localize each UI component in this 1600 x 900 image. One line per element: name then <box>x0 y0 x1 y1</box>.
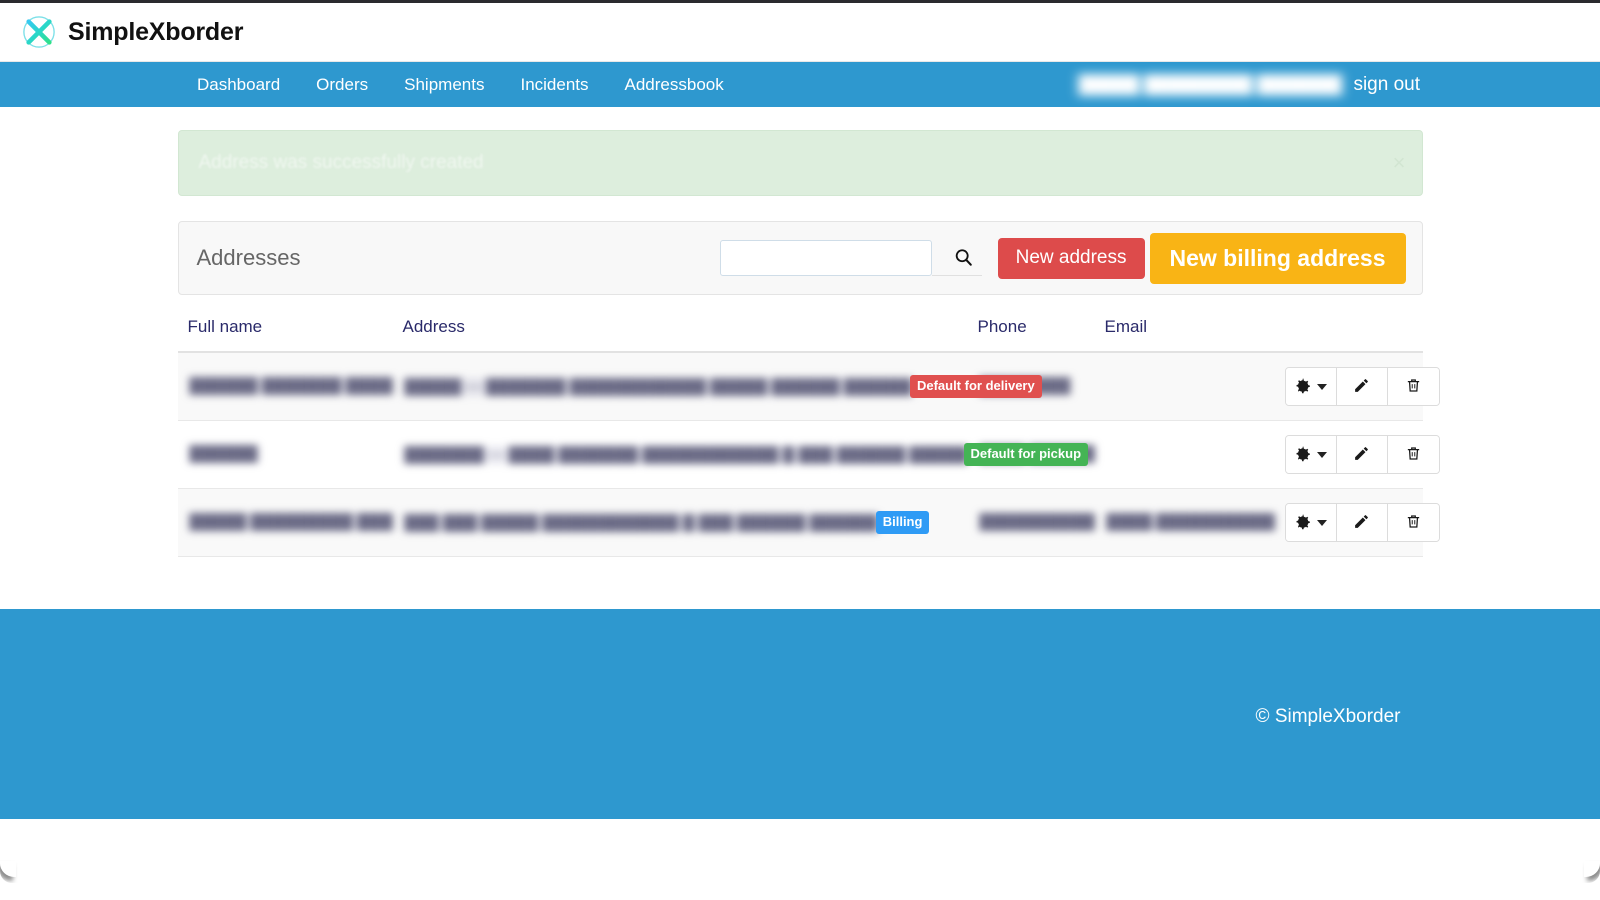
chevron-down-icon <box>1316 519 1327 526</box>
address-value: ███████ — ████ ███████ ████████████ █ ██… <box>402 445 968 464</box>
cell-full-name: ██████ <box>178 421 393 489</box>
close-icon[interactable]: × <box>1393 152 1406 174</box>
column-header-email: Email <box>1094 317 1275 353</box>
nav-item-dashboard[interactable]: Dashboard <box>179 62 298 107</box>
gear-icon-button[interactable] <box>1285 504 1337 541</box>
nav-item-orders[interactable]: Orders <box>298 62 386 107</box>
search-area <box>719 240 982 276</box>
search-icon <box>953 247 974 268</box>
nav-user-area: █████ █████████ ███████ sign out <box>1073 62 1420 107</box>
browser-viewport: SimpleXborder Dashboard Orders Shipments… <box>0 0 1600 900</box>
edit-button[interactable] <box>1336 504 1388 541</box>
nav-item-incidents[interactable]: Incidents <box>502 62 606 107</box>
table-row[interactable]: █████ █████████ ███ ███ █ ██ █ ███ █ ████ ██… <box>177 488 1440 557</box>
gear-icon <box>1295 377 1312 397</box>
cell-actions <box>1275 352 1440 421</box>
cell-actions <box>1275 421 1440 489</box>
row-action-group <box>1284 435 1440 474</box>
cell-email: ████.████████████.███ <box>1095 489 1275 557</box>
pencil-icon <box>1353 445 1370 465</box>
nav-item-shipments[interactable]: Shipments <box>386 62 502 107</box>
cell-email <box>1095 421 1275 489</box>
full-name-value: █████ █████████ ███████ <box>187 513 393 532</box>
address-value: ███ ███ █████ ████████████ █ ███ ██████ … <box>402 513 880 532</box>
table-row[interactable]: ██████ ███████ ███████ █████ — ███████ █… <box>177 352 1440 421</box>
full-name-value: ██████ <box>187 445 260 464</box>
gear-icon <box>1295 513 1312 533</box>
delete-button[interactable] <box>1387 368 1439 405</box>
table-header: Full name Address Phone Email <box>177 317 1423 353</box>
gear-icon <box>1295 445 1312 465</box>
edit-button[interactable] <box>1336 436 1388 473</box>
gear-icon-button[interactable] <box>1285 436 1337 473</box>
cell-phone: ███████████ <box>968 489 1095 557</box>
pencil-icon <box>1353 377 1370 397</box>
column-header-address: Address <box>392 317 968 353</box>
browser-bottom-edge <box>0 866 1600 883</box>
new-billing-address-button[interactable]: New billing address <box>1149 232 1406 284</box>
cell-address: ███ ███ █████ ████████████ █ ███ ██████ … <box>393 489 968 557</box>
edit-button[interactable] <box>1336 368 1388 405</box>
table-header-row: Full name Address Phone Email <box>177 317 1423 353</box>
address-value: █████ — ███████ ████████████ █████ █████… <box>402 377 914 396</box>
cell-full-name: ██████ ███████ ███████ <box>178 352 393 421</box>
chevron-down-icon <box>1316 383 1327 390</box>
cell-address: ███████ — ████ ███████ ████████████ █ ██… <box>393 421 1089 489</box>
row-action-group <box>1284 367 1440 406</box>
status-badge: Billing <box>875 511 930 534</box>
phone-value: ███████████ <box>977 513 1095 532</box>
cell-address: █████ — ███████ ████████████ █████ █████… <box>393 352 1042 421</box>
trash-icon <box>1405 445 1422 465</box>
alert-message: Address was successfully created <box>198 152 484 173</box>
chevron-down-icon <box>1316 451 1327 458</box>
x-circle-logo-icon[interactable] <box>20 13 58 51</box>
addresses-panel-header: Addresses New address New billing addres… <box>177 221 1423 295</box>
nav-items: Dashboard Orders Shipments Incidents Add… <box>179 62 742 107</box>
search-input[interactable] <box>719 240 932 276</box>
addresses-table: Full name Address Phone Email ██████ ███… <box>177 317 1440 557</box>
new-address-button[interactable]: New address <box>997 237 1145 279</box>
column-header-full-name: Full name <box>177 317 393 353</box>
cell-email <box>1095 352 1275 421</box>
column-header-actions <box>1274 317 1423 353</box>
table-body: ██████ ███████ ███████ █████ — ███████ █… <box>177 352 1440 557</box>
footer-inner: © SimpleXborder <box>178 609 1423 819</box>
page-title: Addresses <box>196 245 301 270</box>
search-button[interactable] <box>931 240 982 276</box>
footer-copyright: © SimpleXborder <box>1255 706 1401 727</box>
email-value: ████.████████████.███ <box>1104 513 1275 532</box>
main-navbar: Dashboard Orders Shipments Incidents Add… <box>0 62 1600 107</box>
brand-header: SimpleXborder <box>0 3 1600 62</box>
column-header-phone: Phone <box>967 317 1095 353</box>
table-row[interactable]: ██████ ███████ — ████ ███████ ██████████… <box>177 420 1440 489</box>
cell-actions <box>1275 489 1440 557</box>
status-badge: Default for delivery <box>909 375 1042 398</box>
page-footer: © SimpleXborder <box>0 609 1600 819</box>
success-alert: Address was successfully created × <box>177 130 1423 196</box>
page-root: SimpleXborder Dashboard Orders Shipments… <box>0 3 1600 883</box>
current-user-name: █████ █████████ ███████ <box>1073 71 1348 98</box>
brand-name: SimpleXborder <box>68 17 244 46</box>
full-name-value: ██████ ███████ ███████ <box>187 377 393 396</box>
trash-icon <box>1405 377 1422 397</box>
trash-icon <box>1405 513 1422 533</box>
pencil-icon <box>1353 513 1370 533</box>
row-action-group <box>1284 503 1440 542</box>
gear-icon-button[interactable] <box>1285 368 1337 405</box>
sign-out-link[interactable]: sign out <box>1353 74 1420 96</box>
status-badge: Default for pickup <box>963 443 1089 466</box>
content-container: Address was successfully created × Addre… <box>177 107 1440 557</box>
delete-button[interactable] <box>1387 436 1439 473</box>
cell-full-name: █████ █████████ ███████ <box>178 489 393 557</box>
delete-button[interactable] <box>1387 504 1439 541</box>
nav-item-addressbook[interactable]: Addressbook <box>607 62 742 107</box>
